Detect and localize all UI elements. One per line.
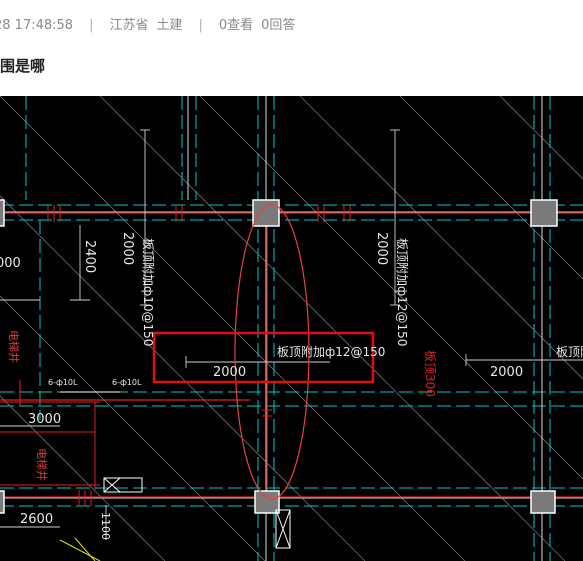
rebar-small-b: 6-ф10L <box>112 378 142 387</box>
rebar-small-a: 6-ф10L <box>48 378 78 387</box>
shaft-label-a: 电梯井 <box>7 330 21 363</box>
province-tag[interactable]: 江苏省 <box>109 14 148 33</box>
dim-000: 000 <box>0 256 21 271</box>
dim-2400: 2400 <box>82 240 97 273</box>
post-time: 28 17:48:58 <box>0 18 74 33</box>
shaft-label-b: 电梯井 <box>35 448 49 481</box>
separator: | <box>198 18 203 33</box>
dim-3000: 3000 <box>28 412 61 427</box>
rebar-label-left: 板顶附加ф10@150 <box>141 238 155 346</box>
dim-2000-top-mid: 2000 <box>374 232 389 265</box>
dim-2600: 2600 <box>20 512 53 527</box>
dim-2000-right: 2000 <box>490 365 523 380</box>
cad-drawing-image[interactable]: 2000 2400 000 2000 2000 2000 3000 2600 1… <box>0 96 583 561</box>
answer-count: 0回答 <box>261 18 296 33</box>
rebar-label-box: 板顶附加ф12@150 <box>277 345 385 359</box>
red-slab-label: 板顶300 <box>423 350 437 397</box>
rebar-label-mid: 板顶附加ф12@150 <box>395 238 409 346</box>
question-title: 围是哪 <box>0 57 46 75</box>
dim-2000-top-left: 2000 <box>120 232 135 265</box>
dim-2000-box: 2000 <box>213 365 246 380</box>
dim-1100: 1100 <box>99 512 112 540</box>
category-tag[interactable]: 土建 <box>156 14 182 33</box>
question-meta: 28 17:48:58 | 江苏省 土建 | 0查看 0回答 <box>0 14 295 33</box>
separator: | <box>89 18 94 33</box>
rebar-label-right: 板顶附 <box>556 345 583 359</box>
view-count: 0查看 <box>218 18 254 33</box>
